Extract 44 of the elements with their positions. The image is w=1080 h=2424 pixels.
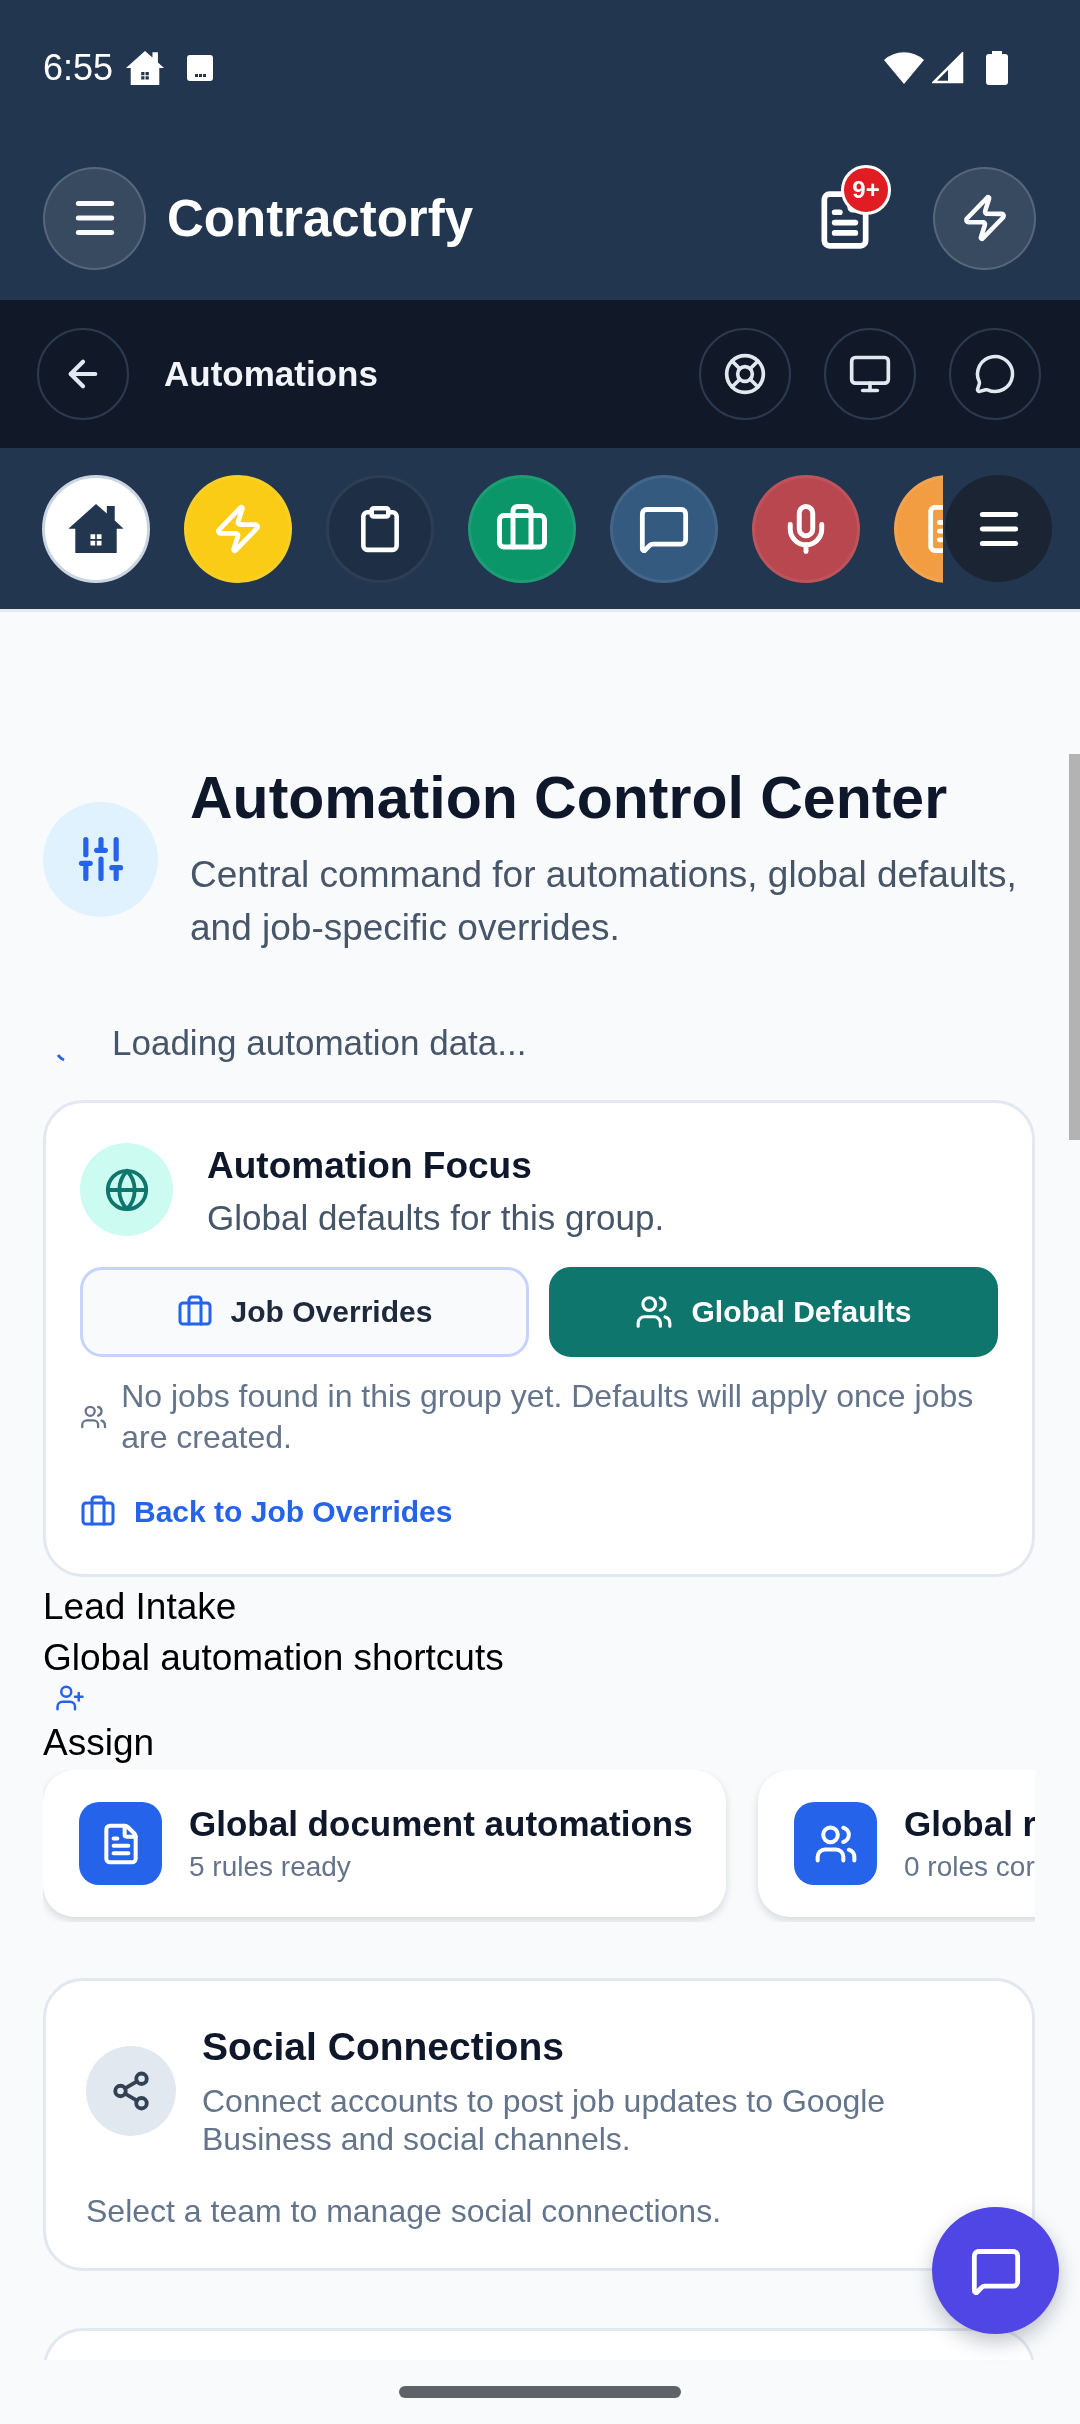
section-title: Automation Control Center [190, 764, 949, 832]
shortcut-detail: 0 roles cor [904, 1849, 1035, 1884]
scrollbar-thumb[interactable] [1069, 754, 1080, 1140]
chat-button[interactable] [949, 328, 1041, 420]
card-title: Social Connections [202, 2024, 565, 2070]
view-toggle-button[interactable]: Job Overrides [80, 1267, 529, 1357]
wifi-icon [884, 52, 924, 84]
users-icon [635, 1293, 674, 1331]
loading-spinner-icon [56, 1054, 66, 1062]
house-icon [67, 503, 125, 554]
back-to-overrides-link[interactable]: Back to Job Overrides [80, 1490, 453, 1534]
app-title: Contractorfy [167, 188, 474, 248]
notice-text: No jobs found in this group yet. Defaults will apply once jobs are created. [121, 1377, 975, 1457]
page-title: Automations [164, 354, 378, 394]
chat-fab-button[interactable] [932, 2207, 1059, 2334]
user-plus-icon [55, 1683, 85, 1713]
notification-badge: 9+ [841, 165, 891, 215]
card-subtitle: Global defaults for this group. [207, 1197, 665, 1239]
view-toggle-button[interactable]: Global Defaults [549, 1267, 998, 1357]
signal-icon [932, 52, 964, 84]
card-description: Connect accounts to post job updates to Google Business and social channels. [202, 2082, 887, 2158]
lifebuoy-icon [723, 352, 767, 396]
card-title: Automation Focus [207, 1144, 533, 1188]
shortcut-title: Global r [904, 1802, 1035, 1845]
group-subtitle: Global automation shortcuts [43, 1636, 505, 1680]
monitor-button[interactable] [824, 328, 916, 420]
shortcut-card[interactable]: Global r 0 roles cor [758, 1770, 1035, 1917]
loading-text: Loading automation data... [112, 1022, 527, 1064]
chat-bubble-icon [974, 353, 1016, 395]
section-description: Central command for automations, global defaults, and job-specific overrides. [190, 853, 1018, 950]
card-note: Select a team to manage social connections. [86, 2192, 723, 2231]
shortcut-card[interactable]: Global document automations 5 rules ready [43, 1770, 726, 1917]
house-notification-icon [125, 51, 166, 85]
shortcut-title: Global document automations [189, 1802, 693, 1845]
back-button[interactable] [37, 328, 129, 420]
assign-label: Assign [43, 1721, 156, 1765]
gesture-handle[interactable] [399, 2386, 681, 2398]
help-button[interactable] [699, 328, 791, 420]
battery-icon [986, 51, 1008, 85]
status-time: 6:55 [43, 47, 114, 89]
shortcut-detail: 5 rules ready [189, 1849, 352, 1884]
group-title: Lead Intake [43, 1585, 238, 1629]
documents-button[interactable]: 9+ [814, 165, 892, 251]
app-notification-icon [187, 55, 214, 81]
